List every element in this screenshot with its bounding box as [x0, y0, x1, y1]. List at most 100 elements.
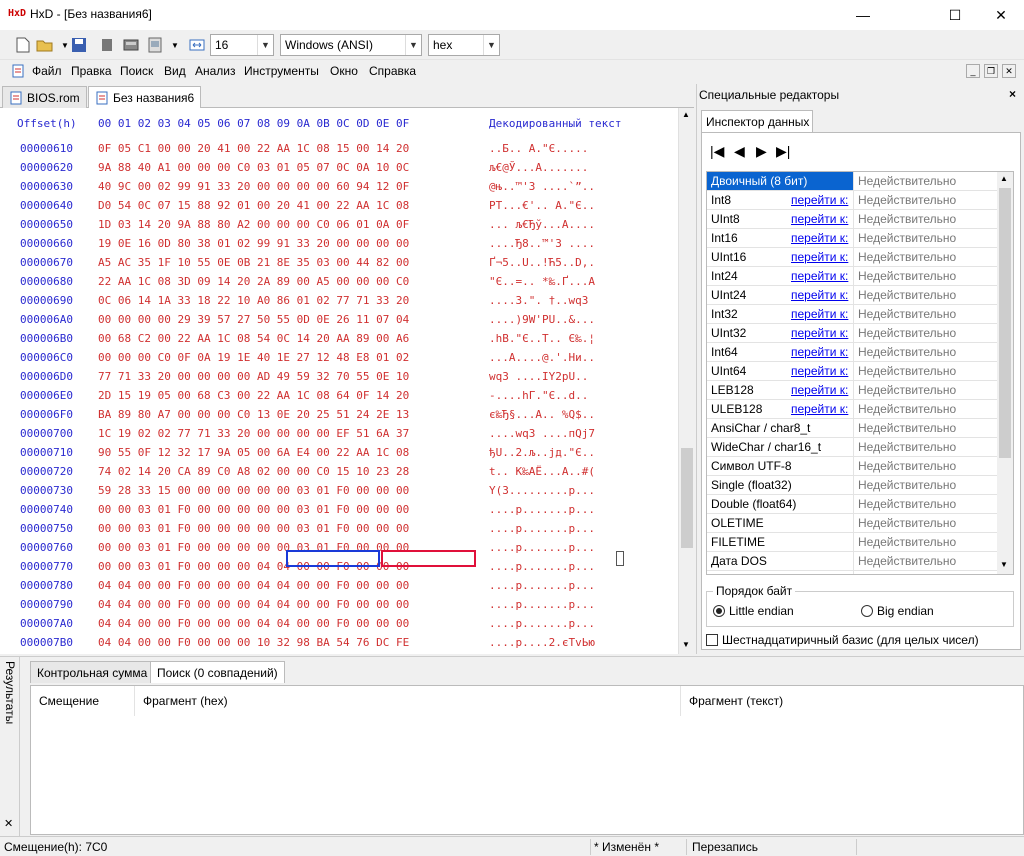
hex-row[interactable]: 00000660 19 0E 16 0D 80 38 01 02 99 91 33… [0, 237, 678, 256]
hex-row[interactable]: 000006A0 00 00 00 00 29 39 57 27 50 55 0D… [0, 313, 678, 332]
inspector-row[interactable]: UInt32 перейти к: Недействительно [707, 324, 997, 343]
menu-search[interactable]: Поиск [120, 64, 153, 78]
row-bytes[interactable]: 04 04 00 00 F0 00 00 00 04 04 00 00 F0 0… [98, 598, 409, 611]
row-bytes[interactable]: 90 55 0F 12 32 17 9A 05 00 6A E4 00 22 A… [98, 446, 409, 459]
inspector-value[interactable]: Недействительно [853, 191, 997, 209]
row-text[interactable]: є‰Ђ§...А.. %Q$.. [489, 408, 595, 421]
hex-row[interactable]: 00000790 04 04 00 00 F0 00 00 00 04 04 00… [0, 598, 678, 617]
hex-row[interactable]: 00000630 40 9C 00 02 99 91 33 20 00 00 00… [0, 180, 678, 199]
maximize-button[interactable]: ☐ [932, 0, 978, 30]
inspector-value[interactable]: Недействительно [853, 514, 997, 532]
row-text[interactable]: @њ..™'3 ....`”.. [489, 180, 595, 193]
minimize-button[interactable]: — [840, 0, 886, 30]
goto-link[interactable]: перейти к: [791, 212, 848, 226]
row-text[interactable]: ....)9W'PU..&... [489, 313, 595, 326]
first-icon[interactable]: |◀ [710, 143, 724, 160]
scroll-up-icon[interactable]: ▲ [682, 110, 690, 119]
inspector-row[interactable]: Int32 перейти к: Недействительно [707, 305, 997, 324]
inspector-value[interactable]: Недействительно [853, 305, 997, 323]
tools-dropdown-icon[interactable]: ▼ [166, 36, 184, 54]
inspector-row[interactable]: AnsiChar / char8_t Недействительно [707, 419, 997, 438]
results-side-tab[interactable]: Результаты ✕ [0, 657, 20, 837]
row-text[interactable]: љ€@Ў...А....... [489, 161, 588, 174]
row-bytes[interactable]: 00 00 03 01 F0 00 00 00 00 00 03 01 F0 0… [98, 503, 409, 516]
row-text[interactable]: ..Б.. A."Є..... [489, 142, 588, 155]
inspector-row[interactable]: Символ UTF-8 Недействительно [707, 457, 997, 476]
goto-link[interactable]: перейти к: [791, 193, 848, 207]
hex-row[interactable]: 00000690 0C 06 14 1A 33 18 22 10 A0 86 01… [0, 294, 678, 313]
open-folder-icon[interactable] [36, 36, 54, 54]
mdi-minimize-button[interactable]: _ [966, 64, 980, 78]
row-bytes[interactable]: 19 0E 16 0D 80 38 01 02 99 91 33 20 00 0… [98, 237, 409, 250]
mdi-restore-button[interactable]: ❐ [984, 64, 998, 78]
row-text[interactable]: ....3.". †..wq3 [489, 294, 595, 307]
hex-base-checkbox[interactable]: Шестнадцатиричный базис (для целых чисел… [706, 633, 979, 647]
save-icon[interactable] [70, 36, 88, 54]
scroll-down-icon[interactable]: ▼ [682, 640, 690, 649]
hex-row[interactable]: 00000730 59 28 33 15 00 00 00 00 00 00 03… [0, 484, 678, 503]
inspector-value[interactable]: Недействительно [853, 248, 997, 266]
inspector-value[interactable]: Недействительно [853, 343, 997, 361]
inspector-row[interactable]: LEB128 перейти к: Недействительно [707, 381, 997, 400]
hex-row[interactable]: 000006F0 BA 89 80 A7 00 00 00 C0 13 0E 20… [0, 408, 678, 427]
row-text[interactable]: .hВ."Є..T.. Є‰.¦ [489, 332, 595, 345]
hex-row[interactable]: 00000610 0F 05 C1 00 00 20 41 00 22 AA 1C… [0, 142, 678, 161]
row-text[interactable]: ....р....2.єTvЬю [489, 636, 595, 649]
hex-row[interactable]: 00000720 74 02 14 20 CA 89 C0 A8 02 00 00… [0, 465, 678, 484]
inspector-value[interactable]: Недействительно [853, 381, 997, 399]
inspector-row[interactable]: Int24 перейти к: Недействительно [707, 267, 997, 286]
hex-row[interactable]: 00000710 90 55 0F 12 32 17 9A 05 00 6A E4… [0, 446, 678, 465]
row-bytes[interactable]: 74 02 14 20 CA 89 C0 A8 02 00 00 C0 15 1… [98, 465, 409, 478]
goto-link[interactable]: перейти к: [791, 231, 848, 245]
goto-link[interactable]: перейти к: [791, 345, 848, 359]
row-bytes[interactable]: BA 89 80 A7 00 00 00 C0 13 0E 20 25 51 2… [98, 408, 409, 421]
row-text[interactable]: "Є..=.. *‰.Ґ...А [489, 275, 595, 288]
tab-search-results[interactable]: Поиск (0 совпадений) [150, 661, 285, 683]
hex-row[interactable]: 000006E0 2D 15 19 05 00 68 C3 00 22 AA 1C… [0, 389, 678, 408]
display-mode-select[interactable]: hex ▼ [428, 34, 500, 56]
row-bytes[interactable]: 04 04 00 00 F0 00 00 00 10 32 98 BA 54 7… [98, 636, 409, 649]
close-icon[interactable]: ✕ [4, 817, 13, 830]
row-bytes[interactable]: 0F 05 C1 00 00 20 41 00 22 AA 1C 08 15 0… [98, 142, 409, 155]
bytes-per-row-select[interactable]: 16 ▼ [210, 34, 274, 56]
hex-row[interactable]: 00000700 1C 19 02 02 77 71 33 20 00 00 00… [0, 427, 678, 446]
inspector-row[interactable]: Single (float32) Недействительно [707, 476, 997, 495]
row-text[interactable]: ....Ђ8..™'3 .... [489, 237, 595, 250]
row-bytes[interactable]: 00 00 00 00 29 39 57 27 50 55 0D 0E 26 1… [98, 313, 409, 326]
goto-link[interactable]: перейти к: [791, 250, 848, 264]
inspector-row[interactable]: OLETIME Недействительно [707, 514, 997, 533]
inspector-value[interactable]: Недействительно [853, 438, 997, 456]
inspector-row[interactable]: Время DOS Недействительно [707, 571, 997, 574]
hex-row[interactable]: 00000750 00 00 03 01 F0 00 00 00 00 00 03… [0, 522, 678, 541]
inspector-row[interactable]: Дата DOS Недействительно [707, 552, 997, 571]
row-text[interactable]: ....р.......р... [489, 560, 595, 573]
tab-checksum[interactable]: Контрольная сумма [30, 661, 155, 683]
inspector-row[interactable]: FILETIME Недействительно [707, 533, 997, 552]
row-bytes[interactable]: 00 00 03 01 F0 00 00 00 00 00 03 01 F0 0… [98, 522, 409, 535]
hex-row[interactable]: 000007A0 04 04 00 00 F0 00 00 00 04 04 00… [0, 617, 678, 636]
ram-editor-icon[interactable] [146, 36, 164, 54]
row-bytes[interactable]: 40 9C 00 02 99 91 33 20 00 00 00 00 60 9… [98, 180, 409, 193]
row-text[interactable]: ....р.......р... [489, 522, 595, 535]
scrollbar-thumb[interactable] [999, 188, 1011, 458]
inspector-value[interactable]: Недействительно [853, 457, 997, 475]
close-file-icon[interactable] [98, 36, 116, 54]
menu-tools[interactable]: Инструменты [244, 64, 319, 78]
hex-row[interactable]: 00000740 00 00 03 01 F0 00 00 00 00 00 03… [0, 503, 678, 522]
row-bytes[interactable]: 59 28 33 15 00 00 00 00 00 00 03 01 F0 0… [98, 484, 409, 497]
inspector-row[interactable]: Int64 перейти к: Недействительно [707, 343, 997, 362]
inspector-row[interactable]: Двоичный (8 бит) Недействительно [707, 172, 997, 191]
menu-view[interactable]: Вид [164, 64, 186, 78]
inspector-row[interactable]: ULEB128 перейти к: Недействительно [707, 400, 997, 419]
last-icon[interactable]: ▶| [776, 143, 790, 160]
inspector-row[interactable]: WideChar / char16_t Недействительно [707, 438, 997, 457]
inspector-value[interactable]: Недействительно [853, 495, 997, 513]
inspector-row[interactable]: UInt16 перейти к: Недействительно [707, 248, 997, 267]
hex-row[interactable]: 00000780 04 04 00 00 F0 00 00 00 04 04 00… [0, 579, 678, 598]
menu-file[interactable]: Файл [32, 64, 62, 78]
inspector-row[interactable]: Double (float64) Недействительно [707, 495, 997, 514]
menu-window[interactable]: Окно [330, 64, 358, 78]
inspector-row[interactable]: Int8 перейти к: Недействительно [707, 191, 997, 210]
row-text[interactable]: ...А....@.'.Hи.. [489, 351, 595, 364]
row-bytes[interactable]: 00 00 00 C0 0F 0A 19 1E 40 1E 27 12 48 E… [98, 351, 409, 364]
